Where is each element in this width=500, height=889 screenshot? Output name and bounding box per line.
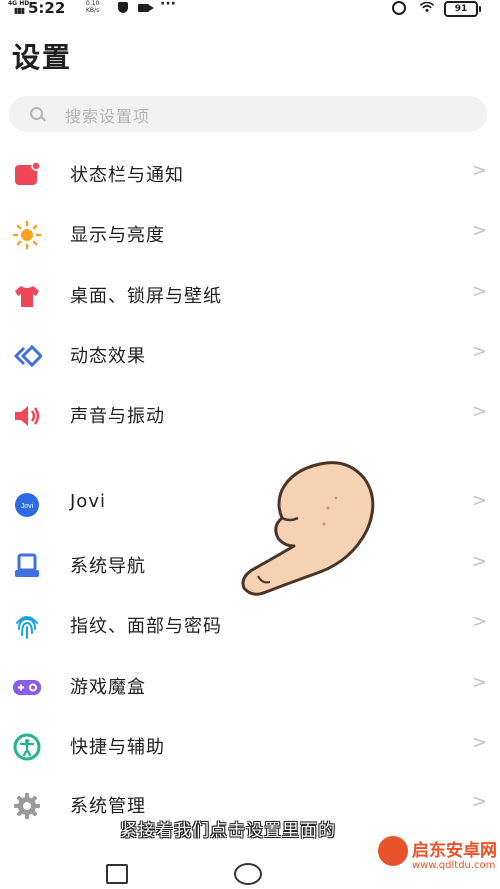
settings-item-display[interactable]: 显示与亮度 > (0, 206, 500, 262)
settings-item-label: 系统管理 (70, 796, 146, 817)
search-placeholder: 搜索设置项 (65, 107, 151, 126)
watermark: 启东安卓网 www.qdltdu.com (378, 832, 498, 882)
video-subtitle: 紧接着我们点击设置里面的 (120, 821, 336, 841)
settings-item-label: Jovi (70, 491, 106, 512)
gamepad-icon (13, 680, 41, 695)
search-input[interactable]: 搜索设置项 (9, 96, 487, 132)
settings-item-label: 声音与振动 (70, 406, 165, 427)
accessibility-icon (13, 733, 41, 761)
settings-item-shortcuts[interactable]: 快捷与辅助 > (0, 718, 500, 774)
settings-item-label: 系统导航 (70, 556, 146, 577)
settings-item-label: 桌面、锁屏与壁纸 (70, 286, 222, 307)
chevron-right-icon: > (472, 732, 488, 753)
chevron-right-icon: > (472, 551, 488, 572)
settings-item-game-box[interactable]: 游戏魔盒 > (0, 658, 500, 714)
settings-item-label: 指纹、面部与密码 (70, 616, 222, 637)
watermark-url: www.qdltdu.com (412, 860, 496, 871)
page-title: 设置 (12, 41, 73, 74)
settings-item-label: 显示与亮度 (70, 225, 165, 246)
shield-icon (118, 2, 128, 13)
network-speed-value: 0.10 (86, 0, 100, 7)
clock: 5:22 (28, 0, 66, 17)
network-speed-unit: KB/s (86, 7, 100, 14)
chevron-right-icon: > (472, 791, 488, 812)
fingerprint-icon (16, 616, 38, 639)
chevron-right-icon: > (472, 490, 488, 511)
search-icon (30, 107, 43, 120)
speaker-icon (15, 406, 40, 426)
video-camera-icon (138, 4, 154, 12)
pointing-hand-icon (241, 461, 375, 596)
settings-item-label: 快捷与辅助 (70, 737, 165, 758)
settings-item-status-bar[interactable]: 状态栏与通知 > (0, 146, 500, 202)
settings-item-motion[interactable]: 动态效果 > (0, 327, 500, 383)
settings-item-desktop[interactable]: 桌面、锁屏与壁纸 > (0, 267, 500, 323)
chevron-right-icon: > (472, 281, 488, 302)
settings-item-sound[interactable]: 声音与振动 > (0, 387, 500, 443)
diamond-motion-icon (14, 344, 42, 368)
watermark-title: 启东安卓网 (412, 841, 497, 861)
chevron-right-icon: > (472, 220, 488, 241)
navigation-icon (15, 553, 39, 577)
battery-icon: 91 (444, 1, 481, 17)
sun-icon (12, 220, 42, 250)
signal-icon: ▮▮▮ (14, 6, 25, 15)
network-speed: 0.10 KB/s (86, 0, 99, 14)
status-bar: 4G HD ▮▮▮ 5:22 0.10 KB/s ··· 91 (0, 0, 500, 20)
chevron-right-icon: > (472, 160, 488, 181)
jovi-icon: Jovi (15, 493, 39, 517)
settings-item-label: 状态栏与通知 (70, 165, 184, 186)
chevron-right-icon: > (472, 341, 488, 362)
svg-text:Jovi: Jovi (21, 503, 34, 510)
chevron-right-icon: > (472, 611, 488, 632)
gear-icon (14, 793, 40, 819)
alarm-icon (392, 1, 406, 15)
watermark-logo-icon (378, 836, 408, 866)
notification-square-icon (15, 161, 41, 185)
settings-item-label: 游戏魔盒 (70, 677, 146, 698)
chevron-right-icon: > (472, 401, 488, 422)
chevron-right-icon: > (472, 672, 488, 693)
home-button[interactable] (234, 863, 262, 885)
wifi-icon (419, 2, 435, 12)
recents-button[interactable] (106, 864, 128, 884)
settings-item-fingerprint[interactable]: 指纹、面部与密码 > (0, 597, 500, 653)
settings-item-label: 动态效果 (70, 346, 146, 367)
more-notifications: ··· (160, 0, 176, 12)
tshirt-icon (15, 286, 39, 307)
